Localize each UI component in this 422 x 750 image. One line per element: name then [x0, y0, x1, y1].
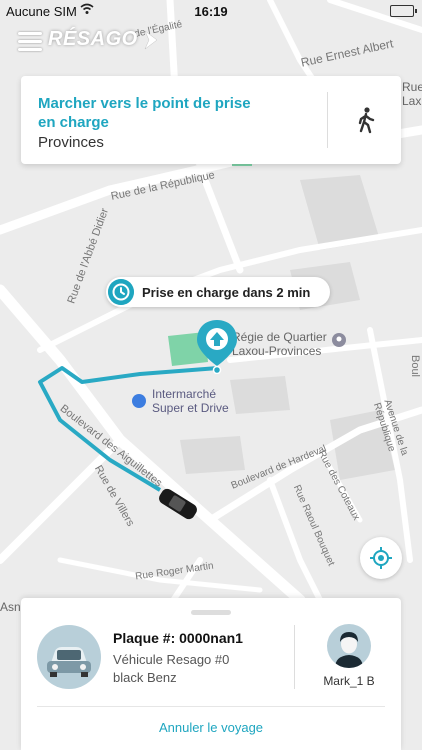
poi-label: Régie de Quartier Laxou-Provinces — [232, 330, 327, 358]
panel-divider — [294, 625, 295, 689]
panel-divider — [37, 706, 385, 707]
person-icon — [335, 632, 363, 668]
street-label: Boul — [409, 354, 422, 378]
license-plate: Plaque #: 0000nan1 — [113, 630, 243, 646]
instruction-card: Marcher vers le point de prise en charge… — [21, 76, 401, 164]
street-label: Rue Lax — [402, 80, 422, 108]
street-label: Asn — [0, 600, 21, 614]
driver-name: Mark_1 B — [323, 674, 375, 688]
app-logo: RÉSAGO — [48, 28, 160, 51]
poi-label: Intermarché Super et Drive — [152, 387, 229, 415]
locate-me-button[interactable] — [360, 537, 402, 579]
drag-handle[interactable] — [191, 610, 231, 615]
car-icon — [47, 647, 91, 677]
card-divider — [327, 92, 328, 148]
instruction-title: Marcher vers le point de prise en charge — [38, 95, 251, 131]
vehicle-description: black Benz — [113, 670, 177, 685]
battery-icon — [390, 5, 417, 17]
walking-person-icon[interactable] — [355, 106, 377, 134]
vehicle-name: Véhicule Resago #0 — [113, 652, 230, 667]
shopping-cart-icon — [132, 394, 146, 408]
logo-mark-icon — [144, 29, 158, 50]
pickup-location-name: Provinces — [38, 134, 104, 151]
driver-avatar[interactable] — [327, 624, 371, 668]
clock-time: 16:19 — [194, 4, 228, 19]
eta-text: Prise en charge dans 2 min — [142, 285, 311, 300]
crosshair-icon — [370, 547, 392, 569]
pickup-pin-icon[interactable] — [194, 318, 240, 374]
eta-pill: Prise en charge dans 2 min — [106, 277, 330, 307]
hamburger-menu-icon[interactable] — [18, 32, 42, 52]
vehicle-avatar — [37, 625, 101, 689]
status-bar: Aucune SIM 16:19 — [0, 0, 422, 22]
logo-text: RÉSAGO — [48, 28, 138, 50]
clock-icon — [108, 279, 134, 305]
cancel-trip-button[interactable]: Annuler le voyage — [21, 720, 401, 735]
booking-panel: Plaque #: 0000nan1 Véhicule Resago #0 bl… — [21, 598, 401, 750]
